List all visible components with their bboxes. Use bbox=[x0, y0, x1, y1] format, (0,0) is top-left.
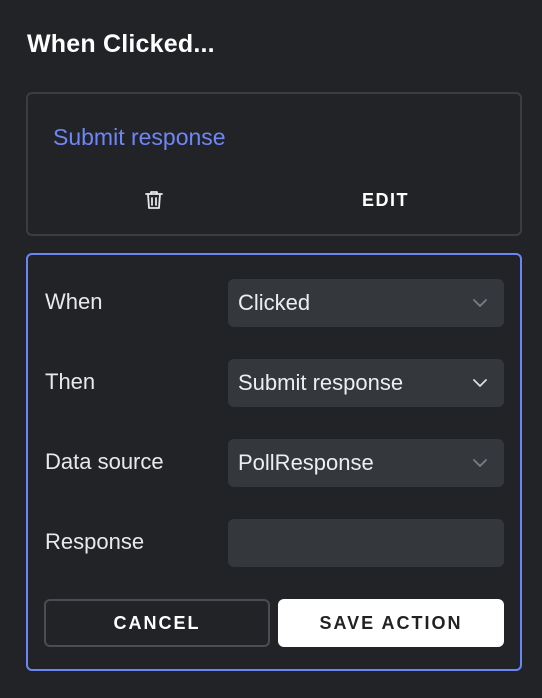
when-label: When bbox=[45, 289, 103, 314]
response-label: Response bbox=[45, 529, 145, 554]
then-select[interactable]: Submit response bbox=[228, 359, 504, 407]
data-source-select[interactable]: PollResponse bbox=[228, 439, 504, 487]
cancel-button[interactable]: CANCEL bbox=[44, 599, 270, 647]
data-source-label: Data source bbox=[45, 449, 164, 474]
chevron-down-icon bbox=[470, 373, 490, 393]
action-panel: When Clicked... Submit response EDIT Whe… bbox=[0, 0, 542, 698]
data-source-select-value: PollResponse bbox=[238, 450, 374, 475]
edit-button[interactable]: EDIT bbox=[362, 190, 409, 211]
chevron-down-icon bbox=[470, 453, 490, 473]
action-name-link[interactable]: Submit response bbox=[53, 124, 226, 151]
trash-icon[interactable] bbox=[142, 188, 166, 212]
when-select[interactable]: Clicked bbox=[228, 279, 504, 327]
then-label: Then bbox=[45, 369, 96, 394]
panel-title: When Clicked... bbox=[27, 30, 215, 58]
action-form: When Clicked Then Submit response Data s… bbox=[26, 253, 522, 671]
chevron-down-icon bbox=[470, 293, 490, 313]
save-action-button[interactable]: SAVE ACTION bbox=[278, 599, 504, 647]
when-select-value: Clicked bbox=[238, 290, 311, 315]
existing-action-card: Submit response EDIT bbox=[26, 92, 522, 236]
then-select-value: Submit response bbox=[238, 370, 404, 395]
response-input[interactable] bbox=[228, 519, 504, 567]
